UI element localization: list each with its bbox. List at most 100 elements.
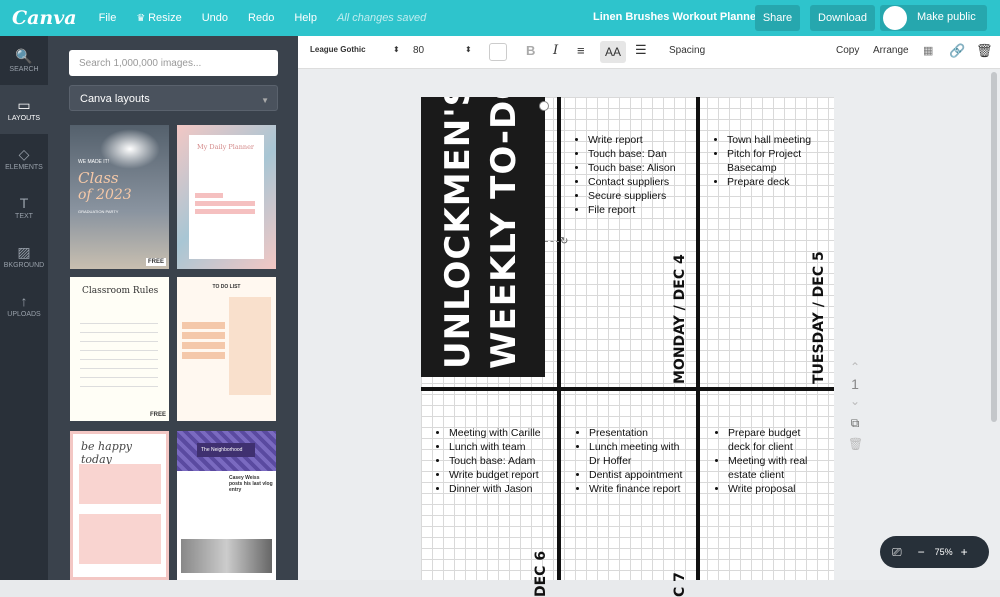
thursday-label[interactable]: C 7: [672, 477, 690, 597]
resize-handle[interactable]: [539, 101, 549, 111]
list-item: Contact suppliers: [588, 175, 691, 189]
chevron-updown-icon: ⬍: [393, 45, 400, 54]
sidebar-item-uploads[interactable]: ↑ UPLOADS: [0, 281, 48, 330]
photo-image: [181, 539, 272, 573]
page-controls: ⌃ 1 ⌄ ⧉ 🗑: [848, 360, 863, 451]
list-item: Write report: [588, 133, 691, 147]
list-item: File report: [588, 203, 691, 217]
italic-icon[interactable]: I: [553, 43, 558, 58]
free-badge: FREE: [149, 412, 166, 418]
sidebar-item-elements[interactable]: ◇ ELEMENTS: [0, 134, 48, 183]
layouts-dropdown[interactable]: Canva layouts ▼: [69, 85, 278, 111]
list-item: Prepare budget deck for client: [728, 426, 821, 454]
image-search-input[interactable]: Search 1,000,000 images...: [69, 50, 278, 76]
menu-redo[interactable]: Redo: [248, 12, 274, 24]
save-status: All changes saved: [336, 12, 427, 24]
tuesday-label[interactable]: TUESDAY / DEC 5: [811, 251, 829, 384]
wednesday-label[interactable]: DEC 6: [533, 477, 551, 597]
toggle-knob[interactable]: [883, 6, 907, 30]
list-icon[interactable]: ☰: [635, 42, 647, 58]
document-title[interactable]: Linen Brushes Workout Planner: [593, 11, 760, 23]
trash-icon[interactable]: 🗑: [976, 43, 993, 59]
layouts-panel: Search 1,000,000 images... Canva layouts…: [48, 36, 298, 580]
list-item: Touch base: Adam: [449, 454, 557, 468]
tuesday-list[interactable]: Town hall meeting Pitch for Project Base…: [715, 133, 825, 189]
delete-page-icon[interactable]: 🗑: [848, 437, 863, 451]
sidebar-item-layouts[interactable]: ▭ LAYOUTS: [0, 85, 48, 134]
grid-divider: [557, 97, 561, 580]
menu-file[interactable]: File: [99, 12, 117, 24]
list-item: Touch base: Alison: [588, 161, 691, 175]
search-icon: 🔍: [15, 47, 33, 64]
sidebar-item-search[interactable]: 🔍 SEARCH: [0, 36, 48, 85]
crown-icon: ♛: [136, 13, 149, 24]
list-item: Presentation: [589, 426, 692, 440]
page-number: 1: [851, 376, 859, 392]
font-family-select[interactable]: League Gothic: [310, 45, 366, 54]
share-button[interactable]: Share: [755, 5, 800, 31]
bold-icon[interactable]: B: [526, 43, 535, 58]
layout-thumb-be-happy[interactable]: be happy today: [70, 431, 169, 580]
menu-resize[interactable]: ♛ Resize: [136, 12, 181, 24]
list-item: Prepare deck: [727, 175, 825, 189]
align-left-icon[interactable]: ≡: [577, 43, 585, 58]
make-public-label: Make public: [917, 11, 976, 23]
layout-thumb-classroom-rules[interactable]: Classroom Rules FREE: [70, 277, 169, 421]
text-color-swatch[interactable]: [489, 43, 507, 61]
title-text-box[interactable]: UNLOCKMEN'S WEEKLY TO-DOS: [421, 97, 545, 377]
menu-undo[interactable]: Undo: [202, 12, 228, 24]
monday-list[interactable]: Write report Touch base: Dan Touch base:…: [576, 133, 691, 217]
copy-button[interactable]: Copy: [836, 45, 859, 56]
list-item: Pitch for Project Basecamp: [727, 147, 825, 175]
upload-icon: ↑: [20, 292, 28, 309]
transparency-icon[interactable]: ▦: [923, 44, 933, 57]
rotate-icon[interactable]: ↻: [560, 236, 568, 247]
arrow-down-icon[interactable]: ⌄: [848, 394, 862, 408]
spacing-button[interactable]: Spacing: [669, 45, 705, 56]
link-icon[interactable]: 🔗: [949, 43, 965, 59]
chevron-down-icon: ▼: [261, 96, 269, 105]
top-bar: Canva File ♛ Resize Undo Redo Help All c…: [0, 0, 1000, 36]
menu-help[interactable]: Help: [294, 12, 317, 24]
sidebar: 🔍 SEARCH ▭ LAYOUTS ◇ ELEMENTS T TEXT ▨ BKGROU…: [0, 36, 48, 580]
layout-thumb-daily-planner[interactable]: My Daily Planner: [177, 125, 276, 269]
list-item: Town hall meeting: [727, 133, 825, 147]
grid-divider: [421, 387, 834, 391]
chevron-updown-icon: ⬍: [465, 45, 472, 54]
arrange-button[interactable]: Arrange: [873, 45, 909, 56]
arrow-up-icon[interactable]: ⌃: [848, 360, 862, 374]
download-button[interactable]: Download: [810, 5, 875, 31]
zoom-out-button[interactable]: −: [918, 545, 925, 559]
list-item: Touch base: Dan: [588, 147, 691, 161]
canva-logo[interactable]: Canva: [12, 7, 77, 29]
grid-divider: [696, 97, 700, 580]
present-icon[interactable]: ⎚: [892, 545, 902, 560]
zoom-in-button[interactable]: +: [961, 545, 968, 559]
list-item: Meeting with real estate client: [728, 454, 821, 482]
free-badge: FREE: [145, 258, 166, 266]
background-icon: ▨: [17, 243, 31, 260]
title-line-2: WEEKLY TO-DOS: [484, 97, 524, 369]
list-item: Write proposal: [728, 482, 821, 496]
layouts-icon: ▭: [17, 96, 31, 113]
friday-list[interactable]: Prepare budget deck for client Meeting w…: [716, 426, 821, 496]
zoom-control: ⎚ − 75% +: [880, 536, 989, 568]
text-icon: T: [19, 194, 29, 211]
layout-thumb-todo-list[interactable]: TO DO LIST: [177, 277, 276, 421]
sidebar-item-text[interactable]: T TEXT: [0, 183, 48, 232]
scrollbar[interactable]: [991, 72, 997, 422]
layout-thumb-graduation[interactable]: WE MADE IT! Class of 2023 GRADUATION PAR…: [70, 125, 169, 269]
sidebar-item-background[interactable]: ▨ BKGROUND: [0, 232, 48, 281]
list-item: Meeting with Carille: [449, 426, 557, 440]
title-line-1: UNLOCKMEN'S: [438, 97, 478, 369]
list-item: Secure suppliers: [588, 189, 691, 203]
monday-label[interactable]: MONDAY / DEC 4: [672, 254, 690, 384]
layout-thumb-neighborhood[interactable]: The Neighborhood Casey Weiss posts his l…: [177, 431, 276, 580]
list-item: Lunch with team: [449, 440, 557, 454]
font-size-select[interactable]: 80: [413, 45, 424, 56]
format-toolbar: League Gothic ⬍ 80 ⬍ B I ≡ AA ☰ Spacing …: [298, 36, 1000, 69]
uppercase-toggle[interactable]: AA: [600, 41, 626, 63]
list-item: Lunch meeting with Dr Hoffer: [589, 440, 692, 468]
duplicate-page-icon[interactable]: ⧉: [848, 416, 862, 431]
zoom-level[interactable]: 75%: [935, 547, 953, 557]
